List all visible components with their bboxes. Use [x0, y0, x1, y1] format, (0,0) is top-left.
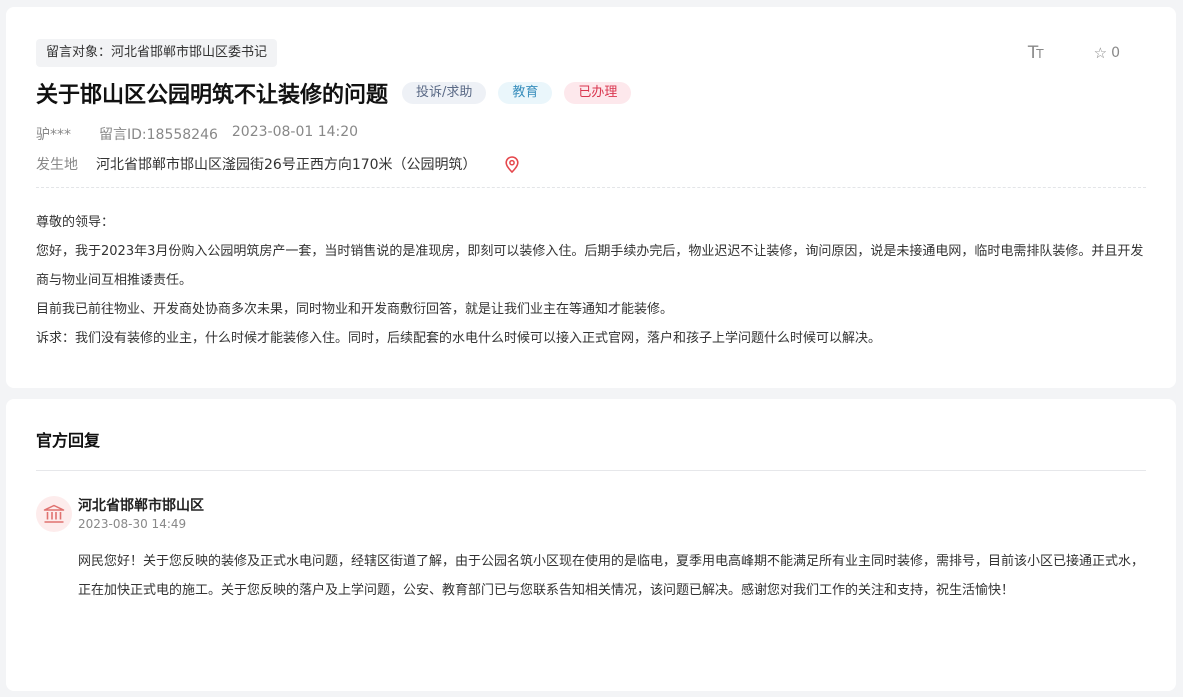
status-badge: 已办理 [564, 82, 632, 104]
location-label: 发生地 [36, 157, 78, 173]
content-paragraph: 诉求：我们没有装修的业主，什么时候才能装修入住。同时，后续配套的水电什么时候可以… [36, 331, 882, 346]
divider [36, 470, 1146, 471]
top-toolbar: TT ☆ 0 [1028, 43, 1120, 63]
content-paragraph: 目前我已前往物业、开发商处协商多次未果，同时物业和开发商敷衍回答，就是让我们业主… [36, 302, 674, 317]
government-building-icon [36, 496, 72, 532]
reply-organization: 河北省邯郸市邯山区 [78, 498, 204, 514]
message-meta: 驴*** 留言ID:18558246 2023-08-01 14:20 [36, 124, 358, 144]
author-name: 驴*** [36, 127, 71, 143]
message-content: 尊敬的领导： 您好，我于2023年3月份购入公园明筑房产一套，当时销售说的是准现… [36, 208, 1146, 353]
category-tag: 教育 [498, 82, 553, 104]
reply-time: 2023-08-30 14:49 [78, 517, 187, 531]
favorite-count: 0 [1111, 45, 1120, 61]
reply-content: 网民您好！关于您反映的装修及正式水电问题，经辖区街道了解，由于公园名筑小区现在使… [78, 554, 1145, 598]
location-row: 发生地 河北省邯郸市邯山区滏园街26号正西方向170米（公园明筑） [36, 154, 519, 174]
message-target: 留言对象：河北省邯郸市邯山区委书记 [36, 39, 278, 67]
type-tag: 投诉/求助 [402, 82, 487, 104]
location-value: 河北省邯郸市邯山区滏园街26号正西方向170米（公园明筑） [96, 157, 477, 173]
font-size-icon[interactable]: TT [1028, 43, 1044, 63]
star-icon: ☆ [1093, 44, 1108, 62]
divider [36, 187, 1146, 188]
content-paragraph: 您好，我于2023年3月份购入公园明筑房产一套，当时销售说的是准现房，即刻可以装… [36, 244, 1144, 288]
favorite-button[interactable]: ☆ 0 [1094, 44, 1120, 62]
reply-card: 官方回复 河北省邯郸市邯山区 2023-08-30 14:49 网民您好！关于您… [6, 399, 1176, 691]
message-card: 留言对象：河北省邯郸市邯山区委书记 TT ☆ 0 关于邯山区公园明筑不让装修的问… [6, 7, 1176, 388]
reply-heading: 官方回复 [36, 431, 101, 450]
content-paragraph: 尊敬的领导： [36, 215, 115, 230]
map-pin-icon[interactable] [504, 155, 519, 173]
title-row: 关于邯山区公园明筑不让装修的问题 投诉/求助 教育 已办理 [36, 77, 632, 109]
message-date: 2023-08-01 14:20 [231, 124, 359, 140]
message-id: 留言ID:18558246 [99, 127, 218, 143]
message-title: 关于邯山区公园明筑不让装修的问题 [36, 83, 389, 108]
